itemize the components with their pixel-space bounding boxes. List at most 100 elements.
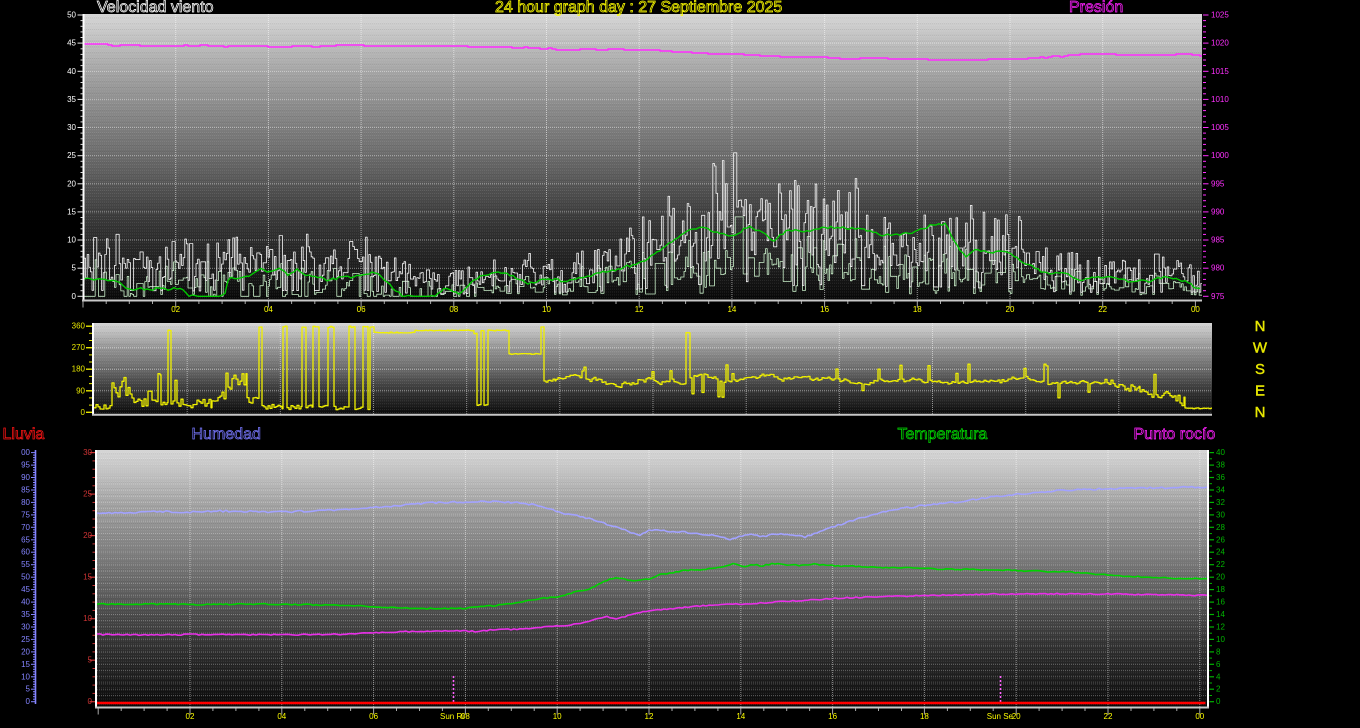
svg-text:6: 6 — [1216, 660, 1221, 669]
svg-text:34: 34 — [1216, 485, 1225, 494]
svg-text:08: 08 — [449, 305, 458, 314]
svg-text:20: 20 — [21, 647, 30, 656]
svg-text:20: 20 — [1006, 305, 1015, 314]
svg-text:35: 35 — [21, 610, 30, 619]
svg-text:12: 12 — [645, 712, 654, 721]
svg-text:22: 22 — [1216, 560, 1225, 569]
svg-text:50: 50 — [67, 11, 76, 20]
svg-text:2: 2 — [1216, 685, 1221, 694]
svg-text:W: W — [1253, 340, 1268, 357]
svg-text:65: 65 — [21, 535, 30, 544]
svg-text:60: 60 — [21, 548, 30, 557]
svg-text:0: 0 — [81, 408, 86, 417]
svg-text:E: E — [1255, 383, 1265, 400]
svg-text:15: 15 — [83, 573, 92, 582]
svg-text:95: 95 — [21, 461, 30, 470]
svg-text:15: 15 — [67, 207, 76, 216]
svg-text:04: 04 — [277, 712, 286, 721]
svg-text:35: 35 — [67, 95, 76, 104]
svg-text:16: 16 — [828, 712, 837, 721]
svg-text:995: 995 — [1211, 179, 1225, 188]
svg-text:80: 80 — [21, 498, 30, 507]
svg-text:02: 02 — [186, 712, 195, 721]
svg-text:10: 10 — [1216, 635, 1225, 644]
svg-text:24: 24 — [1216, 548, 1225, 557]
svg-text:18: 18 — [913, 305, 922, 314]
svg-text:30: 30 — [67, 123, 76, 132]
svg-text:10: 10 — [21, 672, 30, 681]
svg-text:75: 75 — [21, 510, 30, 519]
svg-text:22: 22 — [1104, 712, 1113, 721]
svg-text:10: 10 — [67, 236, 76, 245]
svg-text:270: 270 — [72, 343, 86, 352]
svg-text:5: 5 — [88, 656, 93, 665]
svg-text:06: 06 — [369, 712, 378, 721]
svg-text:N: N — [1255, 318, 1266, 335]
svg-text:0: 0 — [72, 292, 77, 301]
svg-text:55: 55 — [21, 560, 30, 569]
svg-text:180: 180 — [72, 365, 86, 374]
svg-text:8: 8 — [1216, 647, 1221, 656]
svg-text:15: 15 — [21, 660, 30, 669]
svg-text:90: 90 — [21, 473, 30, 482]
svg-text:Presión: Presión — [1069, 0, 1123, 16]
svg-text:26: 26 — [1216, 535, 1225, 544]
svg-text:Humedad: Humedad — [192, 426, 261, 443]
svg-text:18: 18 — [1216, 585, 1225, 594]
svg-text:Lluvia: Lluvia — [3, 426, 45, 443]
svg-text:360: 360 — [72, 322, 86, 331]
svg-text:24 hour graph day : 27 Septiem: 24 hour graph day : 27 Septiembre 2025 — [495, 0, 782, 16]
svg-text:70: 70 — [21, 523, 30, 532]
svg-text:N: N — [1255, 404, 1266, 421]
svg-text:25: 25 — [67, 151, 76, 160]
svg-text:12: 12 — [635, 305, 644, 314]
svg-text:25: 25 — [21, 635, 30, 644]
svg-text:20: 20 — [83, 531, 92, 540]
svg-text:1025: 1025 — [1211, 11, 1229, 20]
svg-text:18: 18 — [920, 712, 929, 721]
svg-text:14: 14 — [736, 712, 745, 721]
svg-text:20: 20 — [1216, 573, 1225, 582]
svg-text:Punto rocío: Punto rocío — [1134, 426, 1216, 443]
svg-text:1005: 1005 — [1211, 123, 1229, 132]
svg-text:06: 06 — [357, 305, 366, 314]
svg-text:Sun Se: Sun Se — [987, 712, 1014, 721]
svg-text:40: 40 — [67, 67, 76, 76]
svg-text:10: 10 — [553, 712, 562, 721]
svg-text:40: 40 — [21, 598, 30, 607]
svg-text:990: 990 — [1211, 207, 1225, 216]
svg-text:14: 14 — [1216, 610, 1225, 619]
svg-text:45: 45 — [21, 585, 30, 594]
svg-text:02: 02 — [171, 305, 180, 314]
svg-text:4: 4 — [1216, 672, 1221, 681]
svg-text:16: 16 — [820, 305, 829, 314]
svg-text:Sun Ri: Sun Ri — [440, 712, 464, 721]
svg-text:5: 5 — [26, 685, 31, 694]
svg-text:30: 30 — [1216, 510, 1225, 519]
svg-text:985: 985 — [1211, 236, 1225, 245]
svg-text:1020: 1020 — [1211, 39, 1229, 48]
svg-text:Temperatura: Temperatura — [898, 426, 988, 443]
svg-text:30: 30 — [21, 622, 30, 631]
svg-text:1000: 1000 — [1211, 151, 1229, 160]
svg-text:28: 28 — [1216, 523, 1225, 532]
svg-text:0: 0 — [1216, 697, 1221, 706]
svg-text:38: 38 — [1216, 461, 1225, 470]
svg-text:22: 22 — [1098, 305, 1107, 314]
svg-text:00: 00 — [1191, 305, 1200, 314]
svg-text:975: 975 — [1211, 292, 1225, 301]
svg-text:20: 20 — [67, 179, 76, 188]
svg-text:36: 36 — [1216, 473, 1225, 482]
svg-text:0: 0 — [26, 697, 31, 706]
svg-text:0: 0 — [88, 697, 93, 706]
svg-text:45: 45 — [67, 39, 76, 48]
svg-text:1010: 1010 — [1211, 95, 1229, 104]
svg-text:10: 10 — [542, 305, 551, 314]
svg-text:50: 50 — [21, 573, 30, 582]
svg-text:40: 40 — [1216, 448, 1225, 457]
svg-text:32: 32 — [1216, 498, 1225, 507]
svg-text:Velocidad viento: Velocidad viento — [97, 0, 214, 16]
svg-text:00: 00 — [1195, 712, 1204, 721]
svg-text:16: 16 — [1216, 598, 1225, 607]
svg-text:S: S — [1255, 361, 1265, 378]
